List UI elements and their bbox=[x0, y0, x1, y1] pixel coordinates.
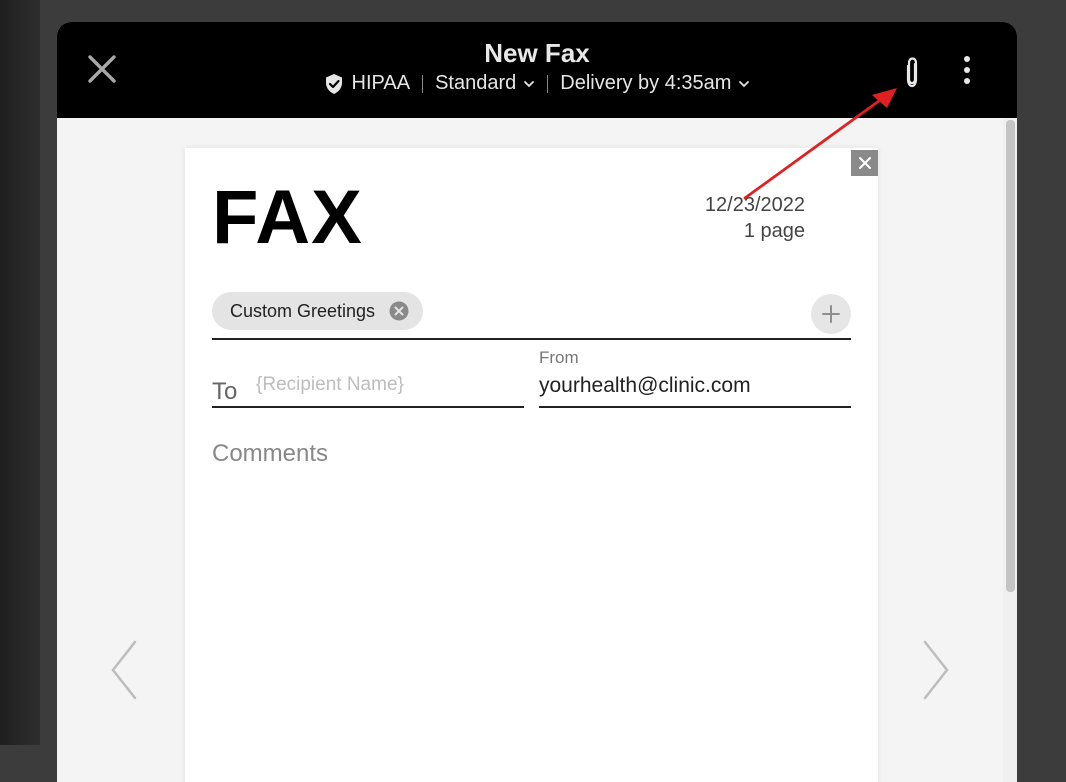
quality-label: Standard bbox=[435, 72, 517, 94]
greeting-chip-label: Custom Greetings bbox=[230, 300, 376, 321]
chevron-left-icon bbox=[111, 640, 137, 700]
chevron-down-icon bbox=[739, 80, 750, 87]
delivery-dropdown[interactable]: Delivery by 4:35am bbox=[560, 72, 750, 95]
add-greeting-button[interactable] bbox=[811, 294, 851, 334]
page-count: 1 page bbox=[743, 220, 805, 242]
next-page-button[interactable] bbox=[919, 638, 953, 702]
from-field: From yourhealth@clinic.com bbox=[539, 346, 851, 408]
from-value[interactable]: yourhealth@clinic.com bbox=[539, 374, 751, 398]
fax-date: 12/23/2022 bbox=[704, 194, 805, 216]
dialog-title: New Fax bbox=[484, 38, 590, 68]
fax-options-bar: HIPAA Standard Delivery by 4:35am bbox=[57, 72, 1017, 95]
more-vertical-icon bbox=[964, 56, 970, 84]
to-label: To bbox=[212, 378, 238, 405]
quality-dropdown[interactable]: Standard bbox=[435, 72, 535, 95]
new-fax-dialog: New Fax HIPAA Standard Delivery by 4:35a… bbox=[57, 22, 1017, 782]
paperclip-icon bbox=[906, 57, 918, 88]
background-panel bbox=[0, 0, 40, 745]
shield-check-icon bbox=[325, 73, 342, 94]
more-options-button[interactable] bbox=[955, 55, 979, 85]
cover-heading: FAX bbox=[212, 175, 363, 260]
hipaa-label: HIPAA bbox=[351, 72, 411, 94]
greeting-chip[interactable]: Custom Greetings bbox=[212, 292, 424, 330]
remove-chip-icon[interactable] bbox=[389, 301, 409, 321]
scrollbar-thumb[interactable] bbox=[1006, 120, 1015, 592]
chevron-right-icon bbox=[923, 640, 949, 700]
previous-page-button[interactable] bbox=[107, 638, 141, 702]
remove-cover-page-button[interactable] bbox=[851, 150, 878, 176]
dialog-header: New Fax HIPAA Standard Delivery by 4:35a… bbox=[57, 22, 1017, 118]
recipient-name-input[interactable] bbox=[256, 374, 518, 396]
delivery-label: Delivery by 4:35am bbox=[560, 72, 732, 94]
plus-icon bbox=[822, 305, 840, 323]
divider bbox=[422, 74, 424, 93]
hipaa-badge[interactable]: HIPAA bbox=[324, 72, 411, 95]
close-icon bbox=[858, 157, 871, 169]
attach-file-button[interactable] bbox=[899, 55, 925, 89]
greeting-row: Custom Greetings bbox=[212, 292, 851, 340]
comments-input[interactable] bbox=[212, 440, 851, 760]
from-label: From bbox=[539, 348, 579, 367]
chevron-down-icon bbox=[524, 80, 535, 87]
divider bbox=[547, 74, 549, 93]
to-field: To bbox=[212, 358, 524, 408]
cover-page: FAX 12/23/2022 1 page Custom Greetings T… bbox=[185, 148, 878, 782]
